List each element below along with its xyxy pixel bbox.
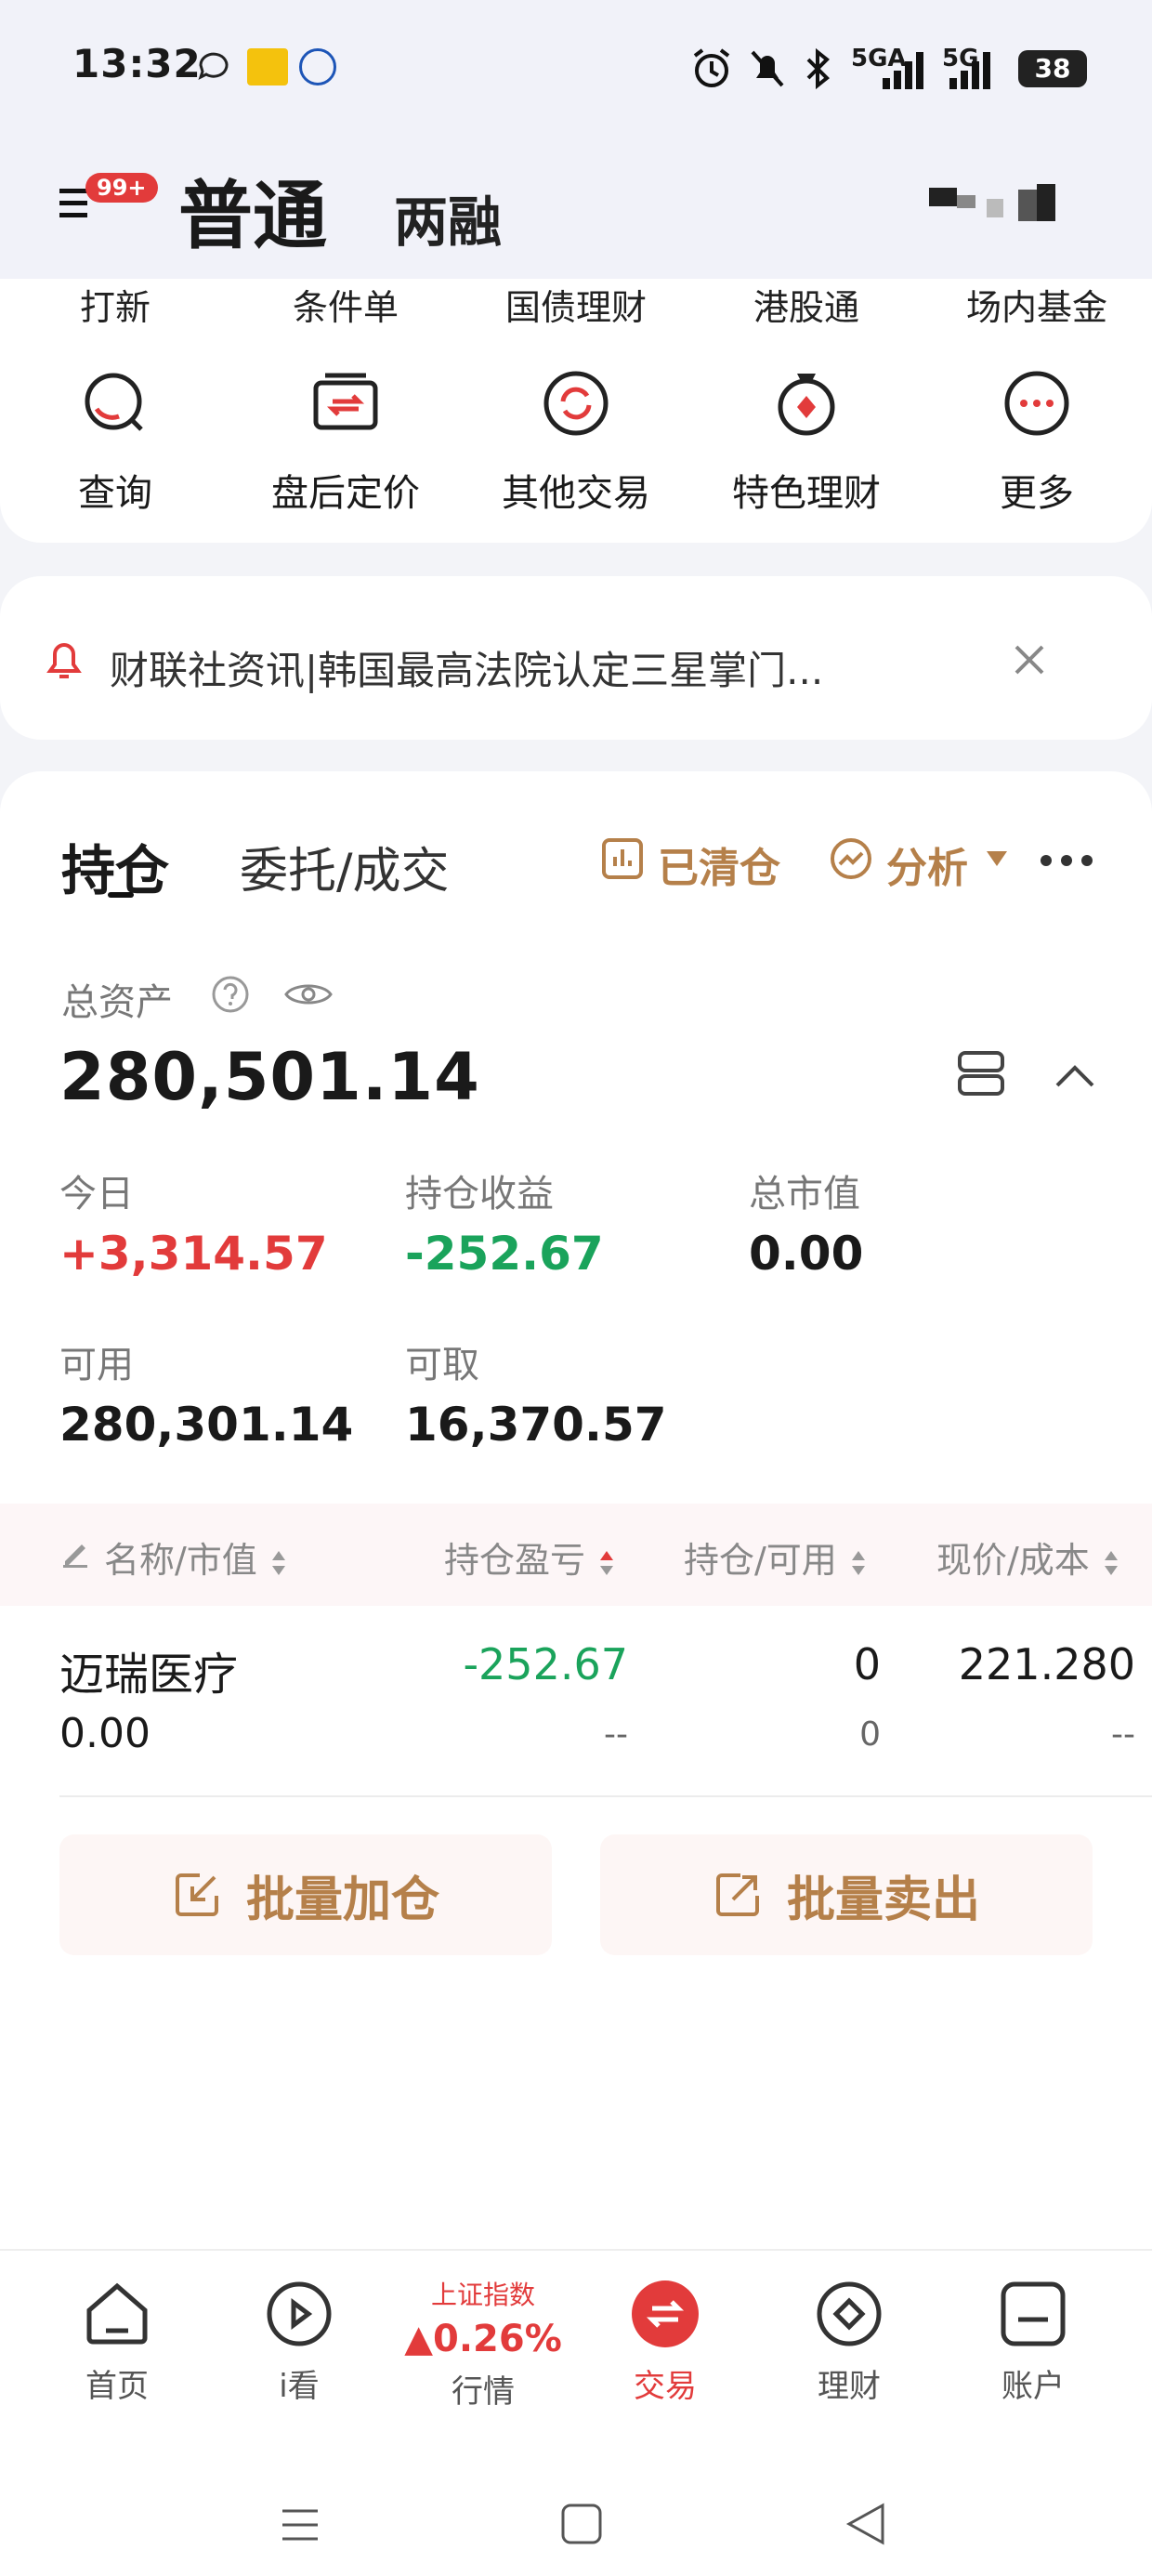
stat-available-value: 280,301.14 <box>59 1398 354 1452</box>
news-headline[interactable]: 财联社资讯|韩国最高法院认定三星掌门... <box>110 639 823 696</box>
column-name-mv[interactable]: 名称/市值 <box>104 1531 289 1583</box>
signal-2-icon <box>949 52 990 89</box>
broker-notification-icon <box>299 48 336 85</box>
stat-market-value-label: 总市值 <box>749 1173 860 1216</box>
recent-apps-icon[interactable] <box>279 2504 321 2546</box>
nav-market-label: 行情 <box>452 2373 515 2411</box>
stat-available-label: 可用 <box>59 1344 134 1387</box>
edit-icon[interactable] <box>59 1537 91 1569</box>
tab-margin-account[interactable]: 两融 <box>394 178 502 256</box>
stat-today-value: +3,314.57 <box>59 1227 328 1281</box>
mute-bell-icon <box>751 50 784 87</box>
sort-icon <box>271 1550 285 1575</box>
stock-hold: 0 <box>853 1639 881 1689</box>
stat-holding-profit-label: 持仓收益 <box>405 1173 554 1216</box>
medal-icon <box>778 374 835 436</box>
nav-home[interactable]: 首页 <box>24 2279 210 2406</box>
help-icon[interactable] <box>210 974 251 1015</box>
menu-hk-connect[interactable]: 港股通 <box>713 279 899 330</box>
menu-after-hours[interactable]: 盘后定价 <box>253 368 439 517</box>
stat-market-value-value: 0.00 <box>749 1227 864 1281</box>
cleared-positions-button[interactable]: 已清仓 <box>658 835 780 894</box>
nav-account[interactable]: 账户 <box>940 2279 1126 2406</box>
account-avatar[interactable] <box>929 182 1059 223</box>
bluetooth-icon <box>806 47 830 90</box>
stat-withdrawable-value: 16,370.57 <box>405 1398 667 1452</box>
search-icon <box>85 373 143 431</box>
alarm-icon <box>693 48 730 87</box>
total-assets-label: 总资产 <box>61 981 173 1024</box>
home-button-icon[interactable] <box>559 2502 604 2546</box>
column-price-cost[interactable]: 现价/成本 <box>936 1531 1121 1583</box>
close-icon[interactable] <box>1009 639 1050 680</box>
total-assets-value: 280,501.14 <box>59 1039 480 1115</box>
status-time: 13:32 <box>72 41 202 86</box>
chevron-down-icon[interactable] <box>985 849 1009 868</box>
stock-available: 0 <box>859 1715 881 1754</box>
more-options-icon[interactable] <box>1039 853 1094 868</box>
menu-ipo[interactable]: 打新 <box>22 279 208 330</box>
menu-condition-order[interactable]: 条件单 <box>253 279 439 330</box>
more-icon <box>1004 371 1069 436</box>
stat-holding-profit-value: -252.67 <box>405 1227 604 1281</box>
batch-sell-icon <box>715 1873 759 1916</box>
app-notification-icon <box>247 48 288 85</box>
nav-watch[interactable]: i看 <box>206 2279 392 2406</box>
menu-treasury[interactable]: 国债理财 <box>483 279 669 330</box>
play-icon <box>267 2281 332 2346</box>
nav-market[interactable]: 上证指数 ▲0.26% 行情 <box>390 2275 576 2412</box>
signal-1-icon <box>883 52 923 89</box>
bell-icon <box>46 643 82 678</box>
nav-trade[interactable]: 交易 <box>572 2279 758 2406</box>
after-hours-icon <box>313 373 378 430</box>
trade-icon <box>632 2280 699 2347</box>
menu-special-wealth[interactable]: 特色理财 <box>713 368 899 517</box>
column-pnl[interactable]: 持仓盈亏 <box>444 1531 617 1583</box>
stat-today-label: 今日 <box>59 1173 134 1216</box>
stock-cost: -- <box>1111 1715 1135 1754</box>
battery-indicator: 38 <box>1018 50 1087 87</box>
stock-market-value: 0.00 <box>59 1710 151 1757</box>
nav-wealth[interactable]: 理财 <box>756 2279 942 2406</box>
sort-icon <box>600 1550 614 1575</box>
chart-bar-icon <box>602 838 643 879</box>
eye-icon[interactable] <box>284 978 333 1011</box>
market-index-name: 上证指数 <box>430 2280 535 2310</box>
analysis-icon <box>831 838 871 879</box>
stock-pnl-sub: -- <box>604 1715 628 1754</box>
stock-price: 221.280 <box>958 1639 1135 1689</box>
menu-more[interactable]: 更多 <box>944 368 1130 517</box>
home-icon <box>86 2282 148 2345</box>
wealth-icon <box>817 2281 882 2346</box>
menu-other-trade[interactable]: 其他交易 <box>483 368 669 517</box>
tab-orders[interactable]: 委托/成交 <box>240 832 450 901</box>
menu-query[interactable]: 查询 <box>22 368 208 517</box>
back-icon[interactable] <box>845 2502 886 2546</box>
exchange-icon <box>543 371 609 436</box>
sort-icon <box>1104 1550 1118 1575</box>
batch-add-icon <box>175 1873 218 1916</box>
batch-add-button[interactable]: 批量加仓 <box>59 1834 552 1955</box>
chevron-up-icon[interactable] <box>1054 1063 1096 1089</box>
account-icon <box>1001 2281 1066 2346</box>
market-index-change: ▲0.26% <box>404 2318 562 2360</box>
stock-name: 迈瑞医疗 <box>59 1649 239 1701</box>
message-badge: 99+ <box>85 173 158 203</box>
batch-sell-button[interactable]: 批量卖出 <box>600 1834 1093 1955</box>
layout-toggle-icon[interactable] <box>957 1050 1005 1097</box>
analysis-button[interactable]: 分析 <box>886 835 968 894</box>
tab-active-indicator <box>108 892 134 898</box>
tab-normal-account[interactable]: 普通 <box>178 156 327 264</box>
stock-pnl: -252.67 <box>463 1639 628 1689</box>
column-hold-available[interactable]: 持仓/可用 <box>684 1531 869 1583</box>
row-divider <box>59 1795 1152 1797</box>
menu-listed-fund[interactable]: 场内基金 <box>944 279 1130 330</box>
sort-icon <box>851 1550 865 1575</box>
stat-withdrawable-label: 可取 <box>405 1344 479 1387</box>
chat-notification-icon <box>198 52 229 80</box>
